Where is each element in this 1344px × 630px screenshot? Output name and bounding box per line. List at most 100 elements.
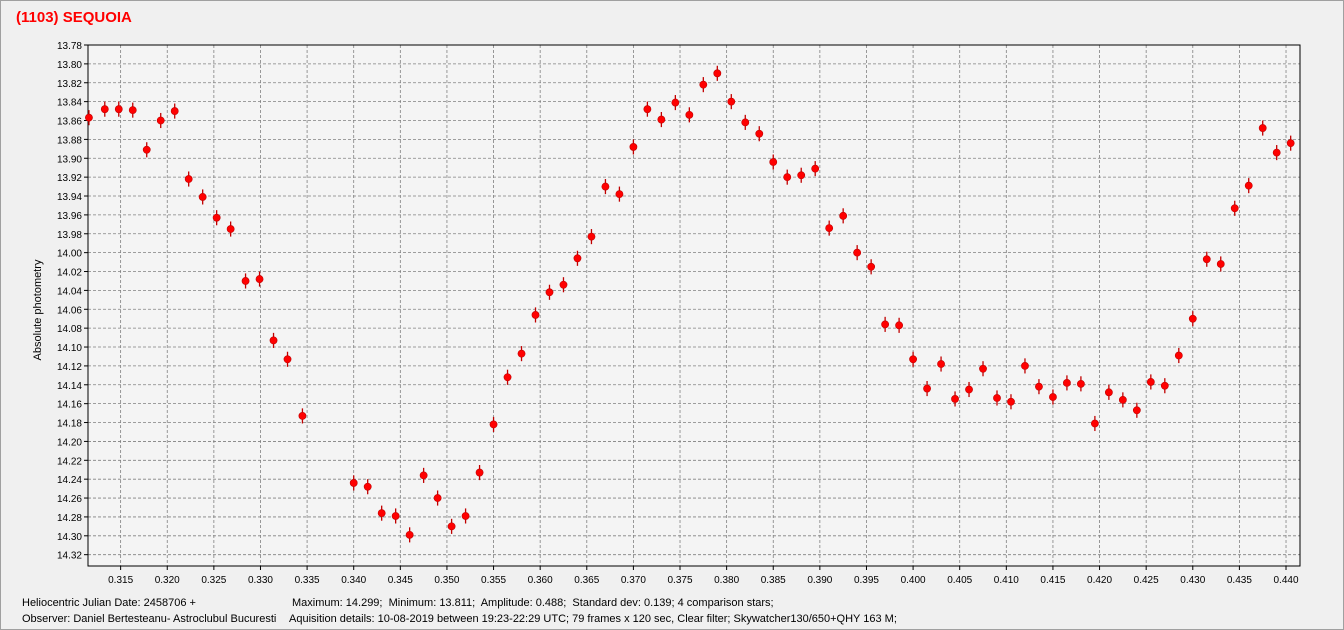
y-tick-label: 14.16 bbox=[57, 400, 82, 411]
data-point bbox=[783, 173, 792, 182]
data-point bbox=[226, 225, 235, 233]
data-point bbox=[965, 385, 973, 394]
data-point bbox=[1077, 379, 1085, 388]
data-point bbox=[1035, 382, 1043, 391]
data-point bbox=[419, 471, 428, 480]
x-tick-label: 0.385 bbox=[761, 575, 786, 586]
x-tick-label: 0.370 bbox=[621, 575, 646, 586]
data-point bbox=[142, 145, 151, 154]
hjd-label: Heliocentric Julian Date: 2458706 + bbox=[22, 597, 196, 609]
x-tick-label: 0.360 bbox=[528, 575, 553, 586]
data-point bbox=[811, 164, 820, 173]
data-point bbox=[629, 143, 638, 151]
data-point bbox=[895, 321, 904, 330]
y-tick-label: 14.22 bbox=[57, 456, 82, 467]
data-point bbox=[1118, 395, 1127, 404]
y-tick-label: 14.06 bbox=[57, 305, 82, 316]
data-point bbox=[1160, 381, 1169, 390]
data-point bbox=[909, 355, 917, 364]
stats-label: Maximum: 14.299; Minimum: 13.811; Amplit… bbox=[292, 597, 774, 609]
y-tick-label: 14.04 bbox=[57, 286, 82, 297]
x-tick-label: 0.375 bbox=[667, 575, 692, 586]
data-point bbox=[1174, 351, 1183, 360]
y-tick-label: 13.86 bbox=[57, 117, 82, 128]
x-tick-label: 0.325 bbox=[201, 575, 226, 586]
data-point bbox=[1244, 181, 1253, 190]
data-point bbox=[405, 530, 414, 539]
data-point bbox=[461, 512, 470, 520]
data-point bbox=[685, 110, 694, 119]
data-point bbox=[433, 494, 442, 502]
data-point bbox=[713, 69, 722, 78]
x-tick-label: 0.315 bbox=[108, 575, 133, 586]
data-point bbox=[657, 115, 666, 124]
data-point bbox=[671, 98, 680, 107]
data-point bbox=[839, 211, 848, 220]
data-point bbox=[1286, 139, 1295, 148]
y-tick-label: 13.96 bbox=[57, 211, 82, 222]
y-tick-label: 13.94 bbox=[57, 192, 82, 203]
data-point bbox=[475, 468, 484, 477]
data-point bbox=[573, 254, 582, 263]
data-point bbox=[85, 113, 93, 122]
x-tick-label: 0.320 bbox=[155, 575, 180, 586]
data-point bbox=[363, 482, 372, 491]
y-tick-label: 13.84 bbox=[57, 98, 82, 109]
data-point bbox=[1021, 362, 1029, 370]
data-point bbox=[1216, 260, 1225, 268]
data-point bbox=[170, 107, 179, 115]
data-point bbox=[1146, 378, 1155, 386]
data-point bbox=[867, 262, 876, 271]
y-tick-label: 14.14 bbox=[57, 381, 82, 392]
data-point bbox=[643, 105, 652, 114]
y-tick-label: 14.12 bbox=[57, 362, 82, 373]
data-point bbox=[1063, 378, 1071, 387]
data-point bbox=[128, 106, 137, 115]
y-tick-label: 14.02 bbox=[57, 268, 82, 279]
data-point bbox=[1049, 393, 1057, 401]
data-point bbox=[1188, 314, 1197, 323]
data-point bbox=[269, 336, 278, 345]
plot-area bbox=[88, 45, 1300, 566]
data-point bbox=[377, 509, 386, 518]
y-axis-label: Absolute photometry bbox=[32, 259, 44, 360]
x-tick-label: 0.340 bbox=[341, 575, 366, 586]
y-tick-label: 13.82 bbox=[57, 79, 82, 90]
data-point bbox=[1272, 148, 1281, 157]
y-tick-label: 14.24 bbox=[57, 475, 82, 486]
data-point bbox=[1202, 255, 1211, 264]
data-point bbox=[601, 182, 610, 191]
data-point bbox=[881, 320, 890, 329]
data-point bbox=[241, 277, 250, 285]
x-tick-label: 0.365 bbox=[574, 575, 599, 586]
data-point bbox=[559, 280, 568, 289]
x-tick-label: 0.335 bbox=[295, 575, 320, 586]
data-point bbox=[615, 190, 624, 199]
lightcurve-chart: 13.78 13.80 13.82 13.84 13.86 13.88 13.90 13.92… bbox=[32, 41, 1301, 586]
data-point bbox=[993, 394, 1001, 402]
y-tick-label: 13.88 bbox=[57, 135, 82, 146]
y-tick-label: 13.98 bbox=[57, 230, 82, 241]
data-point bbox=[545, 288, 554, 297]
x-tick-label: 0.425 bbox=[1134, 575, 1159, 586]
y-tick-label: 13.78 bbox=[57, 41, 82, 52]
acquisition-label: Aquisition details: 10-08-2019 between 1… bbox=[289, 613, 897, 625]
x-tick-label: 0.400 bbox=[901, 575, 926, 586]
data-point bbox=[391, 512, 400, 520]
x-tick-label: 0.345 bbox=[388, 575, 413, 586]
data-point bbox=[797, 171, 806, 180]
data-point bbox=[517, 349, 526, 358]
data-point bbox=[741, 118, 750, 127]
y-tick-label: 13.80 bbox=[57, 60, 82, 71]
data-point bbox=[349, 479, 358, 487]
data-point bbox=[1258, 124, 1267, 132]
y-tick-label: 14.08 bbox=[57, 324, 82, 335]
data-point bbox=[1104, 388, 1113, 397]
data-point bbox=[1007, 397, 1015, 406]
data-point bbox=[1132, 406, 1141, 415]
data-point bbox=[699, 80, 708, 89]
x-tick-label: 0.435 bbox=[1227, 575, 1252, 586]
data-point bbox=[1090, 419, 1099, 428]
x-tick-label: 0.390 bbox=[807, 575, 832, 586]
x-tick-label: 0.430 bbox=[1180, 575, 1205, 586]
